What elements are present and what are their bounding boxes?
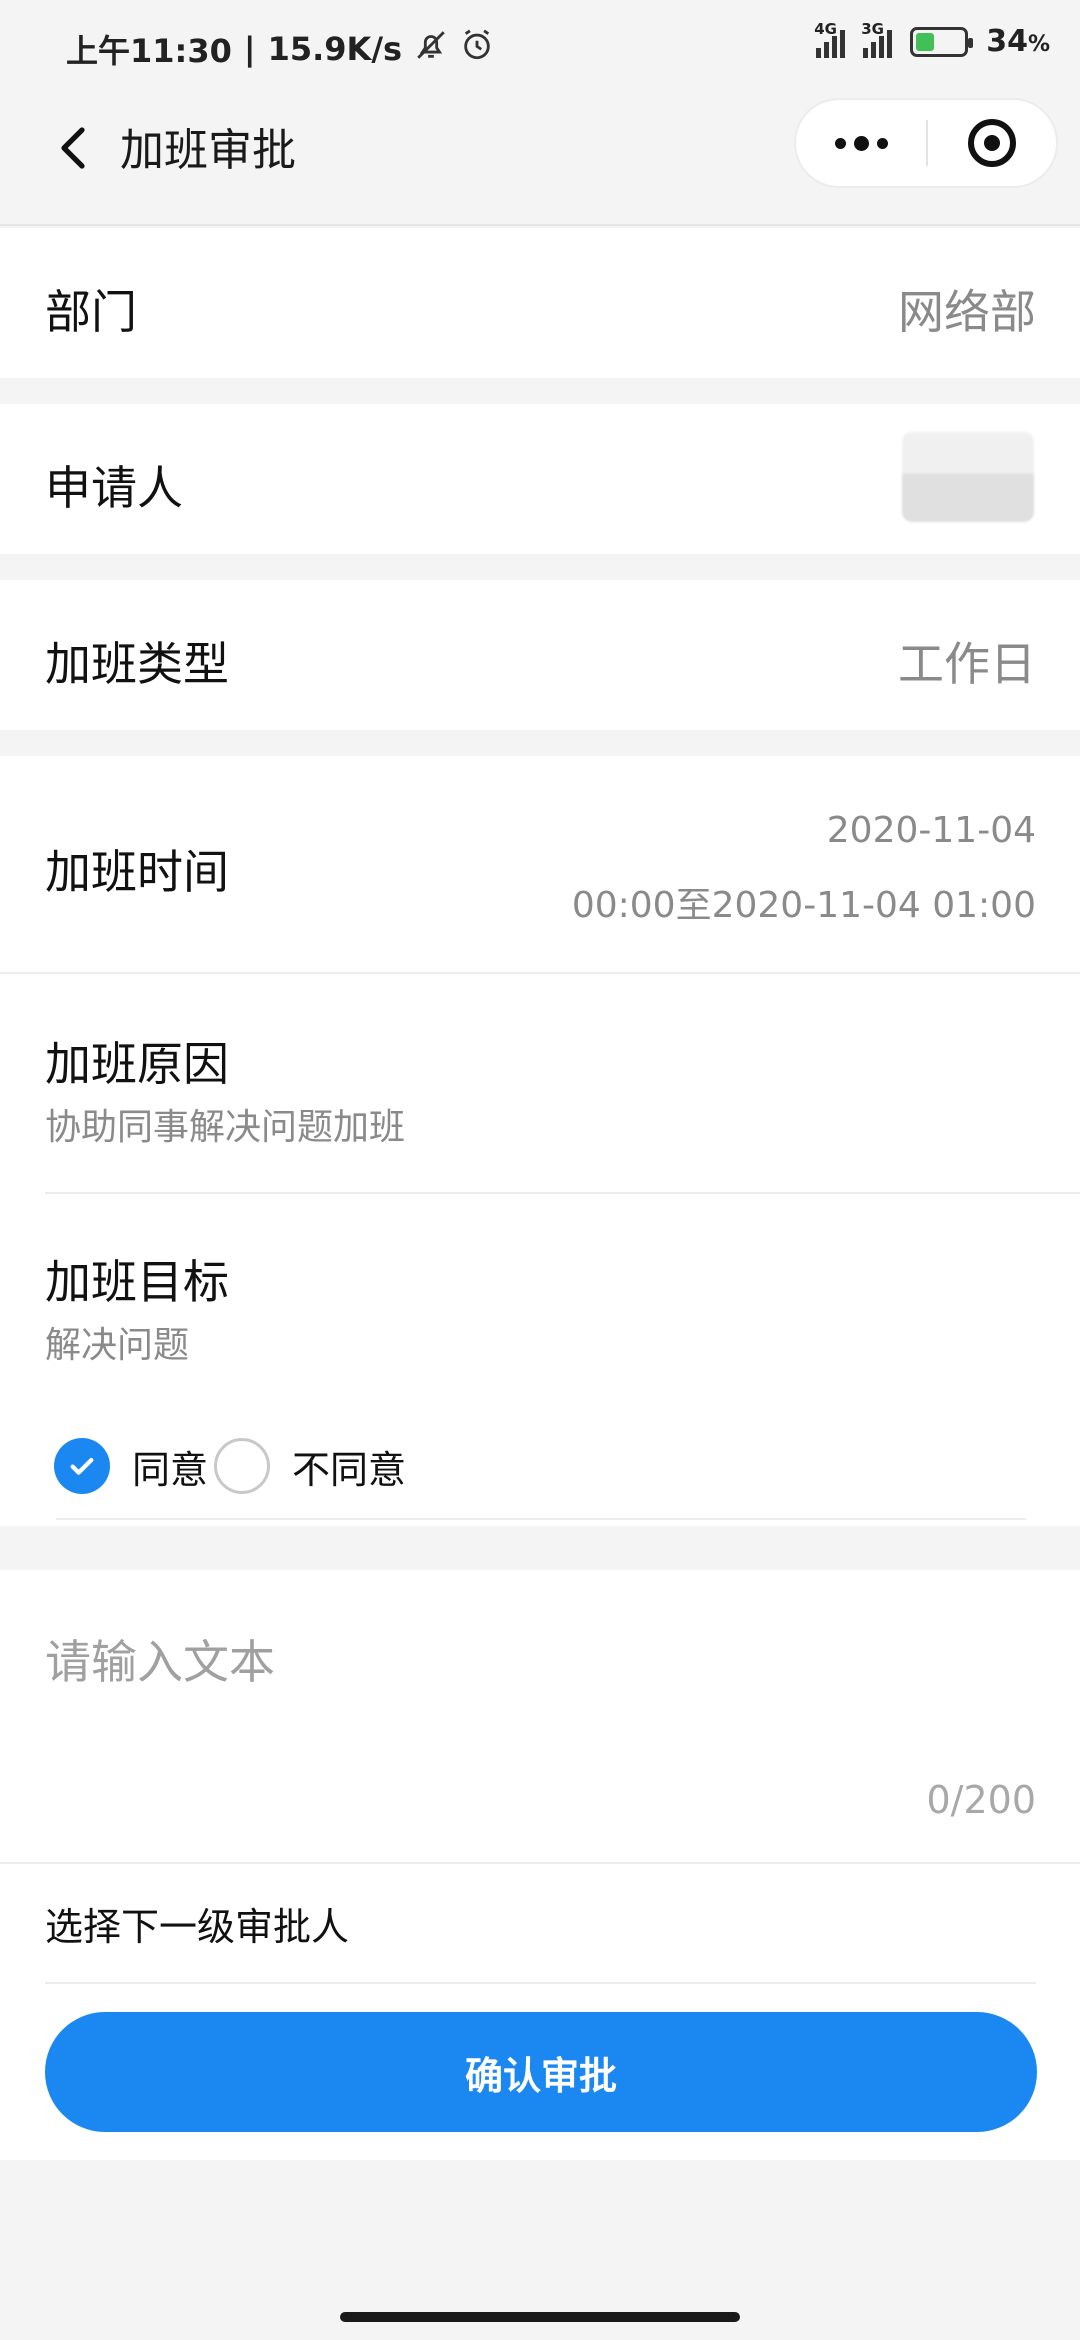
next-approver-label: 选择下一级审批人: [45, 1905, 350, 1949]
signal-tag-3g: 3G: [861, 19, 884, 38]
ot-goal-label: 加班目标: [45, 1255, 229, 1309]
ot-type-row: 加班类型 工作日: [0, 580, 1080, 730]
battery-fill: [916, 32, 934, 51]
radio-unchecked-icon[interactable]: [214, 1438, 270, 1494]
signal-tag-4g: 4G: [814, 19, 837, 38]
battery-text: 34%: [986, 24, 1050, 59]
check-icon[interactable]: [54, 1438, 110, 1494]
battery-charging-icon: [910, 26, 974, 57]
disagree-option[interactable]: 不同意: [214, 1438, 406, 1494]
divider: [0, 972, 1080, 974]
ot-reason-value: 协助同事解决问题加班: [45, 1107, 406, 1148]
alarm-icon: [460, 28, 494, 70]
mini-program-capsule: [794, 98, 1058, 188]
department-row: 部门 网络部: [0, 228, 1080, 378]
ot-time-value-line1: 2020-11-04: [826, 810, 1036, 851]
approval-section: 请输入文本 0/200 选择下一级审批人 确认审批: [0, 1570, 1080, 2160]
divider: [45, 1192, 1080, 1194]
agree-label: 同意: [132, 1447, 209, 1492]
status-left: 上午11:30 | 15.9K/s: [66, 26, 494, 72]
agree-option[interactable]: 同意: [54, 1438, 208, 1494]
ot-details-section: 加班时间 2020-11-04 00:00至2020-11-04 01:00 加…: [0, 756, 1080, 1526]
department-label: 部门: [45, 285, 137, 339]
divider: [45, 1982, 1036, 1984]
status-bar: 上午11:30 | 15.9K/s 4G 3G 34%: [0, 0, 1080, 90]
signal-icon: 3G: [861, 20, 893, 58]
comment-counter: 0/200: [926, 1778, 1036, 1822]
comment-textarea[interactable]: 请输入文本 0/200: [0, 1570, 1080, 1860]
department-value: 网络部: [898, 285, 1036, 339]
signal-icon: 4G: [814, 20, 846, 58]
applicant-row: 申请人: [0, 404, 1080, 554]
divider: [56, 1518, 1026, 1520]
battery-unit: %: [1027, 32, 1050, 57]
battery-percent: 34: [986, 24, 1028, 59]
network-speed: 15.9K/s: [267, 30, 403, 68]
applicant-name-blurred: [902, 432, 1034, 522]
status-right: 4G 3G 34%: [814, 20, 1050, 60]
bell-off-icon: [414, 28, 448, 70]
next-approver-row[interactable]: 选择下一级审批人: [0, 1864, 1080, 1982]
target-close-icon[interactable]: [928, 100, 1056, 186]
status-time: 上午11:30: [66, 32, 232, 70]
more-dots-icon[interactable]: [796, 100, 926, 186]
ot-time-value-line2: 00:00至2020-11-04 01:00: [571, 885, 1036, 926]
disagree-label: 不同意: [292, 1447, 407, 1492]
ot-goal-value: 解决问题: [45, 1325, 190, 1366]
status-separator: |: [243, 30, 256, 68]
page-title: 加班审批: [120, 125, 296, 176]
confirm-approval-button[interactable]: 确认审批: [45, 2012, 1037, 2132]
ot-reason-label: 加班原因: [45, 1037, 229, 1091]
ot-time-label: 加班时间: [45, 845, 229, 899]
home-indicator[interactable]: [340, 2312, 740, 2322]
applicant-label: 申请人: [45, 461, 183, 515]
nav-bar: 加班审批: [0, 90, 1080, 226]
comment-placeholder: 请输入文本: [45, 1635, 275, 1689]
chevron-left-icon[interactable]: [44, 118, 104, 178]
ot-type-label: 加班类型: [45, 637, 229, 691]
ot-type-value: 工作日: [898, 637, 1036, 691]
